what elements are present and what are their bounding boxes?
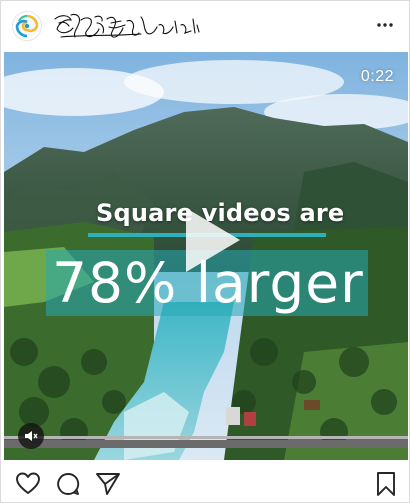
post-action-bar (1, 463, 409, 503)
bookmark-icon (377, 472, 395, 496)
share-button[interactable] (95, 471, 121, 497)
play-button[interactable] (180, 204, 244, 276)
more-options-icon (377, 23, 393, 27)
more-options-button[interactable] (375, 15, 395, 35)
mute-toggle-button[interactable] (18, 423, 44, 449)
instagram-post: 0:22 Square videos are 78% larger (0, 0, 410, 503)
post-header (1, 1, 409, 51)
video-timestamp: 0:22 (360, 68, 394, 85)
comment-icon (57, 473, 80, 495)
avatar[interactable] (12, 11, 42, 41)
username-handwritten-logo[interactable] (51, 11, 201, 41)
heart-icon (16, 472, 40, 494)
save-button[interactable] (373, 471, 399, 497)
muted-speaker-icon (25, 431, 38, 441)
avatar-swirl-icon (15, 14, 39, 38)
video-player[interactable]: 0:22 Square videos are 78% larger (4, 52, 408, 460)
share-icon (96, 473, 120, 495)
like-button[interactable] (15, 471, 41, 497)
comment-button[interactable] (55, 471, 81, 497)
play-icon (186, 208, 240, 272)
